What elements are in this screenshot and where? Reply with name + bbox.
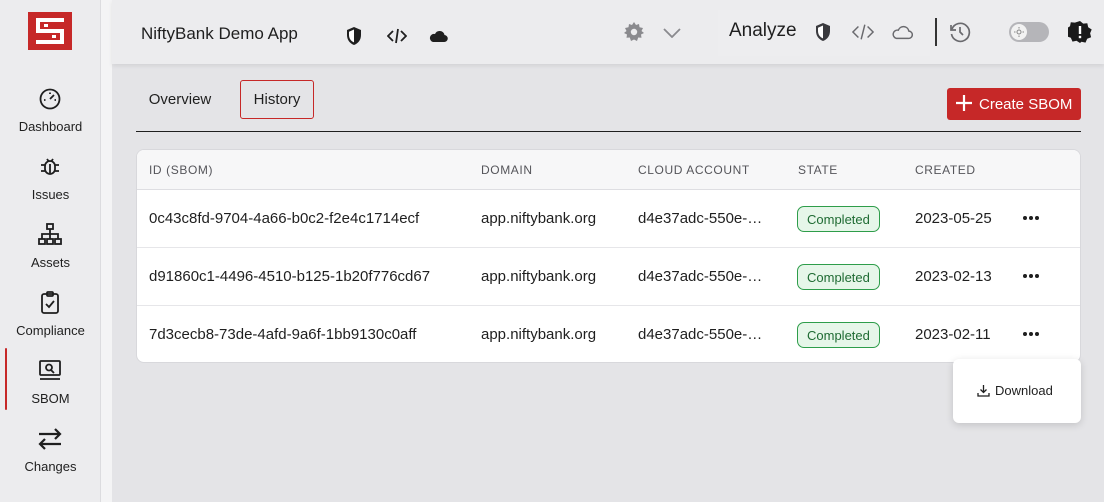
create-sbom-label: Create SBOM xyxy=(979,95,1073,113)
sidebar-item-label: Issues xyxy=(31,187,70,202)
app-title: NiftyBank Demo App xyxy=(141,24,298,43)
code-icon[interactable] xyxy=(852,21,874,43)
plus-icon xyxy=(955,94,973,112)
alert-icon[interactable] xyxy=(1068,20,1092,44)
more-actions-icon[interactable] xyxy=(1021,208,1041,228)
tab-history[interactable]: History xyxy=(240,80,314,119)
analyze-label: Analyze xyxy=(729,20,797,41)
sbom-history-table: ID (SBOM) DOMAIN CLOUD ACCOUNT STATE CRE… xyxy=(136,149,1081,363)
domain-cell: app.niftybank.org xyxy=(481,268,597,285)
sidebar-item-assets[interactable]: Assets xyxy=(0,222,101,284)
sidebar-item-dashboard[interactable]: Dashboard xyxy=(0,86,101,148)
network-icon xyxy=(37,222,63,248)
sidebar-item-label: Compliance xyxy=(16,323,85,338)
domain-cell: app.niftybank.org xyxy=(481,326,597,343)
created-date: 2023-05-25 xyxy=(915,210,992,227)
more-actions-icon[interactable] xyxy=(1021,324,1041,344)
top-header: NiftyBank Demo App Analyze xyxy=(112,0,1104,64)
app-logo[interactable] xyxy=(28,12,72,50)
sidebar-item-label: Dashboard xyxy=(18,119,83,134)
theme-toggle[interactable] xyxy=(1009,22,1049,42)
bug-icon xyxy=(37,154,63,180)
column-header-state[interactable]: STATE xyxy=(798,163,838,177)
download-icon xyxy=(977,385,990,397)
shield-icon[interactable] xyxy=(812,21,834,43)
sbom-id: 0c43c8fd-9704-4a66-b0c2-f2e4c1714ecf xyxy=(149,210,420,227)
create-sbom-button[interactable]: Create SBOM xyxy=(947,88,1081,120)
cloud-account-cell: d4e37adc-550e-… xyxy=(638,210,763,227)
clipboard-check-icon xyxy=(37,290,63,316)
header-divider xyxy=(935,18,937,46)
table-row[interactable]: d91860c1-4496-4510-b125-1b20f776cd67 app… xyxy=(137,248,1080,306)
row-actions-menu: Download xyxy=(953,359,1081,423)
sun-icon xyxy=(1011,24,1027,40)
tab-underline xyxy=(136,131,1081,132)
sidebar-item-issues[interactable]: Issues xyxy=(0,154,101,216)
arrows-exchange-icon xyxy=(37,426,63,452)
sbom-id: d91860c1-4496-4510-b125-1b20f776cd67 xyxy=(149,268,431,285)
sidebar-item-compliance[interactable]: Compliance xyxy=(0,290,101,352)
column-header-domain[interactable]: DOMAIN xyxy=(481,163,533,177)
column-header-cloud-account[interactable]: CLOUD ACCOUNT xyxy=(638,163,750,177)
sidebar-item-label: Assets xyxy=(30,255,70,270)
cloud-account-cell: d4e37adc-550e-… xyxy=(638,326,763,343)
created-date: 2023-02-13 xyxy=(915,268,992,285)
table-header: ID (SBOM) DOMAIN CLOUD ACCOUNT STATE CRE… xyxy=(137,150,1080,190)
sidebar-item-label: Changes xyxy=(24,459,77,474)
cloud-account-cell: d4e37adc-550e-… xyxy=(638,268,763,285)
status-badge: Completed xyxy=(797,322,880,348)
status-badge: Completed xyxy=(797,206,880,232)
download-label: Download xyxy=(995,383,1053,398)
shield-icon[interactable] xyxy=(343,25,365,47)
table-row[interactable]: 0c43c8fd-9704-4a66-b0c2-f2e4c1714ecf app… xyxy=(137,190,1080,248)
tab-label: History xyxy=(253,91,301,108)
sidebar-gap xyxy=(101,0,112,502)
table-row[interactable]: 7d3cecb8-73de-4afd-9a6f-1bb9130c0aff app… xyxy=(137,306,1080,362)
sidebar-item-sbom[interactable]: SBOM xyxy=(0,348,101,420)
cloud-icon[interactable] xyxy=(427,25,449,47)
sbom-id: 7d3cecb8-73de-4afd-9a6f-1bb9130c0aff xyxy=(149,326,417,343)
chevron-down-icon[interactable] xyxy=(661,22,683,44)
sidebar: Dashboard Issues Assets Compliance SBOM … xyxy=(0,0,101,502)
column-header-id[interactable]: ID (SBOM) xyxy=(149,163,213,177)
tab-overview[interactable]: Overview xyxy=(136,80,224,119)
status-badge: Completed xyxy=(797,264,880,290)
code-icon[interactable] xyxy=(386,25,408,47)
column-header-created[interactable]: CREATED xyxy=(915,163,976,177)
sidebar-item-label: SBOM xyxy=(31,391,70,406)
monitor-search-icon xyxy=(37,358,63,384)
tab-label: Overview xyxy=(148,91,212,108)
created-date: 2023-02-11 xyxy=(915,326,991,343)
gear-icon[interactable] xyxy=(623,21,645,43)
more-actions-icon[interactable] xyxy=(1021,266,1041,286)
history-icon[interactable] xyxy=(949,21,971,43)
download-menu-item[interactable]: Download xyxy=(977,383,1053,398)
cloud-outline-icon[interactable] xyxy=(891,21,913,43)
domain-cell: app.niftybank.org xyxy=(481,210,597,227)
speedometer-icon xyxy=(37,86,63,112)
sidebar-item-changes[interactable]: Changes xyxy=(0,426,101,488)
